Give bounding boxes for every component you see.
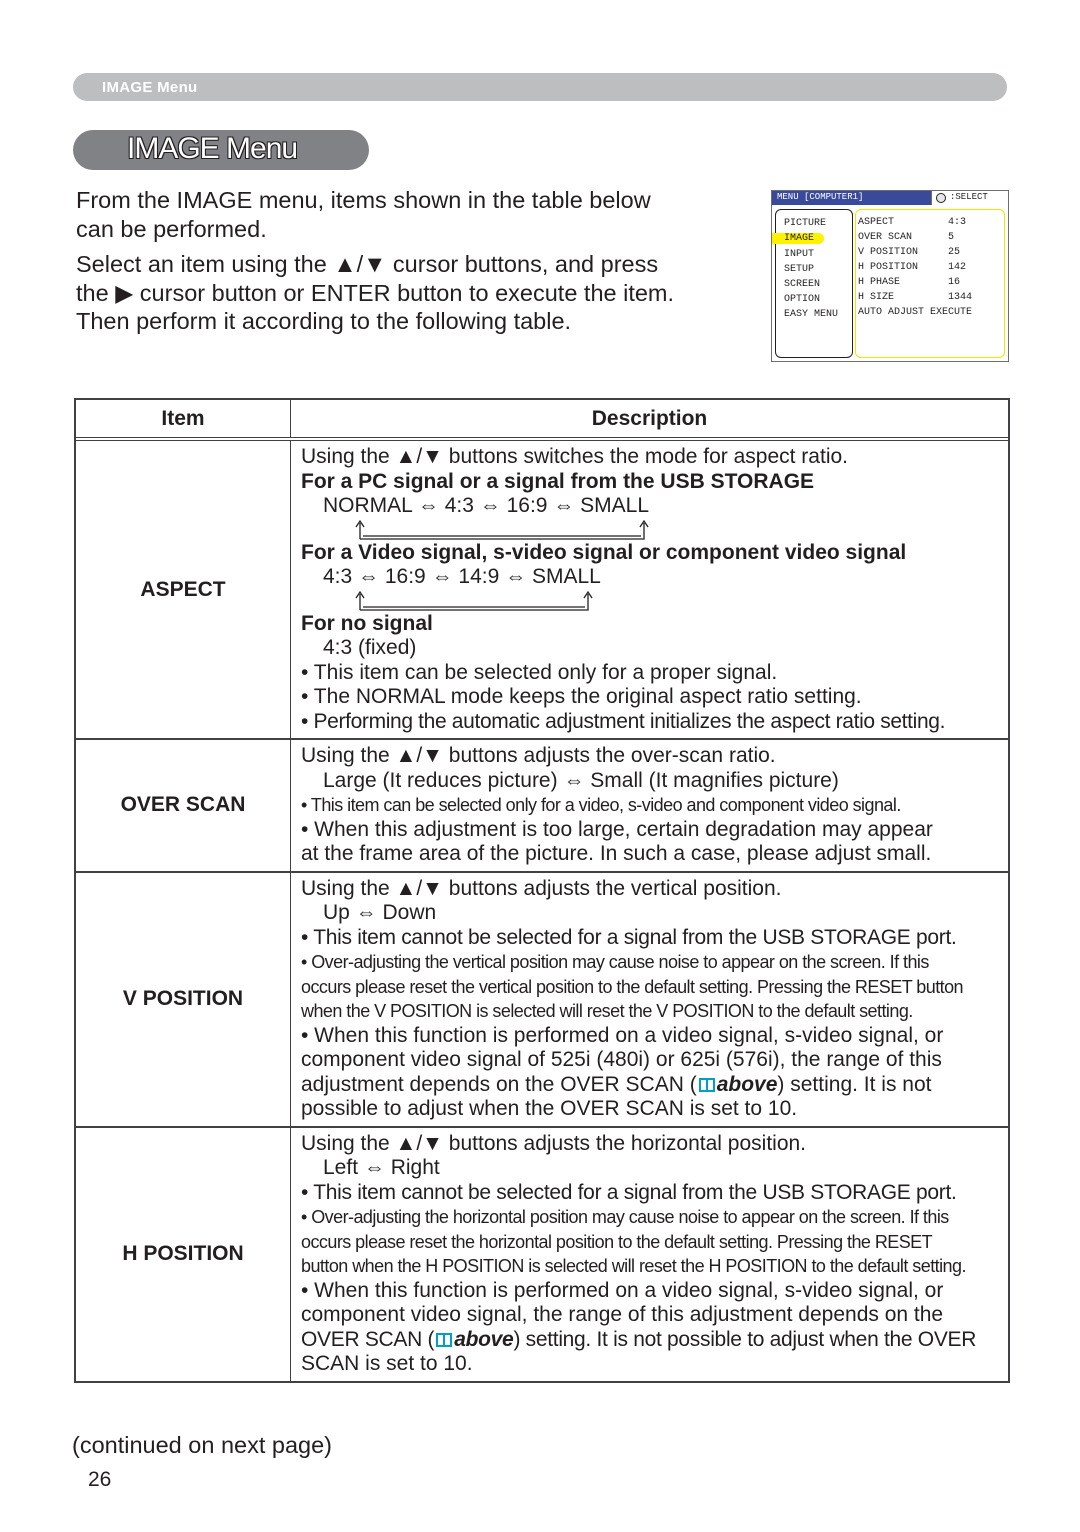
note-bullet: • The NORMAL mode keeps the original asp… (301, 685, 862, 708)
reference-link-above[interactable]: above (454, 1328, 514, 1351)
osd-menu-item: OPTION (784, 294, 821, 305)
table-row-h-position: H POSITION Using the ▲/▼ buttons adjusts… (76, 1127, 1008, 1381)
osd-menu-screenshot: MENU [COMPUTER1] :SELECT PICTURE IMAGE I… (771, 190, 1009, 362)
note-bullet: • When this adjustment is too large, cer… (301, 817, 933, 841)
item-description: Using the ▲/▼ buttons adjusts the over-s… (291, 740, 1008, 871)
mode-cycle: NORMAL ⇔ 4:3 ⇔ 16:9 ⇔ SMALL (323, 494, 650, 517)
intro-text: From the IMAGE menu, items shown in the … (76, 186, 756, 343)
note-bullet: • When this function is performed on a v… (301, 1278, 944, 1302)
subheading: For no signal (301, 611, 433, 635)
note-bullet: • Over-adjusting the horizontal position… (301, 1207, 949, 1227)
osd-menu-item: EASY MENU (784, 309, 839, 320)
intro-paragraph-2: Select an item using the ▲/▼ cursor butt… (76, 251, 675, 334)
osd-select-hint: :SELECT (931, 191, 1008, 205)
book-reference-icon (698, 1077, 715, 1092)
subheading: For a PC signal or a signal from the USB… (301, 469, 815, 493)
osd-menu-item-selected: IMAGE (772, 233, 825, 244)
item-description: Using the ▲/▼ buttons adjusts the vertic… (291, 873, 1008, 1126)
intro-paragraph-1: From the IMAGE menu, items shown in the … (76, 187, 651, 242)
osd-select-label: :SELECT (950, 192, 988, 202)
table-row-over-scan: OVER SCAN Using the ▲/▼ buttons adjusts … (76, 740, 1008, 873)
item-name: OVER SCAN (76, 740, 291, 871)
osd-menu-item: INPUT (784, 249, 815, 260)
note-bullet: • Performing the automatic adjustment in… (301, 709, 946, 733)
reference-link-above[interactable]: above (717, 1073, 778, 1096)
mode-cycle: Up ⇔ Down (323, 901, 437, 924)
osd-menu-item: PICTURE (784, 218, 827, 229)
mode-cycle: Large (It reduces picture) ⇔ Small (It m… (323, 768, 839, 792)
item-name: ASPECT (76, 441, 291, 738)
item-description: Using the ▲/▼ buttons adjusts the horizo… (291, 1128, 1008, 1381)
osd-menu-item: SETUP (784, 264, 815, 275)
book-reference-icon (436, 1332, 453, 1347)
column-header-item: Item (76, 400, 291, 437)
note-bullet: • This item cannot be selected for a sig… (301, 1180, 957, 1204)
note-bullet: • This item cannot be selected for a sig… (301, 925, 957, 949)
note-bullet: • Over-adjusting the vertical position m… (301, 952, 929, 972)
table-row-aspect: ASPECT Using the ▲/▼ buttons switches th… (76, 441, 1008, 740)
mode-cycle: Left ⇔ Right (323, 1156, 440, 1179)
item-description: Using the ▲/▼ buttons switches the mode … (291, 441, 1008, 738)
section-header-strip: IMAGE Menu (73, 73, 1007, 101)
image-menu-table: Item Description ASPECT Using the ▲/▼ bu… (74, 398, 1010, 1383)
section-label: IMAGE Menu (102, 79, 198, 96)
table-row-v-position: V POSITION Using the ▲/▼ buttons adjusts… (76, 872, 1008, 1128)
item-name: H POSITION (76, 1127, 291, 1381)
column-header-description: Description (591, 407, 708, 430)
mode-cycle: 4:3 ⇔ 16:9 ⇔ 14:9 ⇔ SMALL (323, 565, 601, 588)
page-title: IMAGE Menu (127, 132, 298, 165)
osd-title: MENU [COMPUTER1] (777, 192, 864, 202)
cycle-return-arrow-icon (301, 519, 1000, 541)
table-header: Item Description (76, 400, 1008, 441)
note-bullet: • When this function is performed on a v… (301, 1023, 944, 1047)
note-bullet: • This item can be selected only for a p… (301, 660, 778, 684)
mode-cycle: 4:3 (fixed) (323, 636, 417, 659)
osd-menu-list: PICTURE IMAGE INPUT SETUP SCREEN OPTION … (772, 209, 853, 358)
cycle-return-arrow-icon (301, 590, 1000, 612)
continued-note: (continued on next page) (72, 1432, 332, 1458)
dial-icon (936, 193, 946, 203)
page-title-pill: IMAGE Menu (73, 130, 369, 170)
osd-title-bar: MENU [COMPUTER1] :SELECT (772, 191, 1008, 205)
note-bullet: • This item can be selected only for a v… (301, 795, 901, 815)
page-number: 26 (88, 1468, 112, 1491)
item-name: V POSITION (76, 872, 291, 1126)
osd-settings-list: ASPECT 4:3 OVER SCAN 5 V POSITION 25 H POSI… (855, 209, 1005, 358)
subheading: For a Video signal, s-video signal or co… (301, 540, 907, 564)
osd-menu-item: SCREEN (784, 279, 821, 290)
